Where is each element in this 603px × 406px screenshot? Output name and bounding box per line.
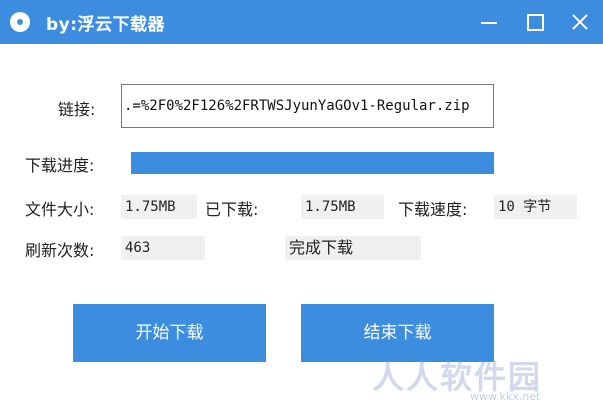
progress-bar: [131, 152, 494, 174]
refresh-count-label: 刷新次数:: [25, 241, 95, 260]
file-size-label: 文件大小:: [25, 200, 95, 219]
title-bar: by:浮云下载器: [0, 0, 603, 44]
file-size-value: 1.75MB: [121, 195, 197, 219]
progress-label: 下载进度:: [25, 156, 95, 175]
link-label: 链接:: [58, 100, 96, 119]
downloaded-value: 1.75MB: [301, 195, 384, 219]
window-title: by:浮云下载器: [46, 15, 166, 35]
refresh-count-value: 463: [121, 236, 205, 260]
close-icon[interactable]: [558, 0, 602, 44]
watermark-url: www.kkx.net: [470, 390, 541, 403]
speed-value: 10 字节: [494, 195, 577, 219]
url-input[interactable]: .=%2F0%2F126%2FRTWSJyunYaGOv1-Regular.zi…: [121, 84, 494, 128]
minimize-icon[interactable]: [466, 0, 510, 44]
downloaded-label: 已下载:: [205, 200, 259, 219]
speed-label: 下载速度:: [398, 200, 468, 219]
app-icon: [10, 12, 30, 32]
status-text: 完成下载: [285, 236, 421, 260]
maximize-icon[interactable]: [512, 0, 556, 44]
start-download-button[interactable]: 开始下载: [73, 304, 266, 362]
progress-fill: [131, 152, 494, 174]
